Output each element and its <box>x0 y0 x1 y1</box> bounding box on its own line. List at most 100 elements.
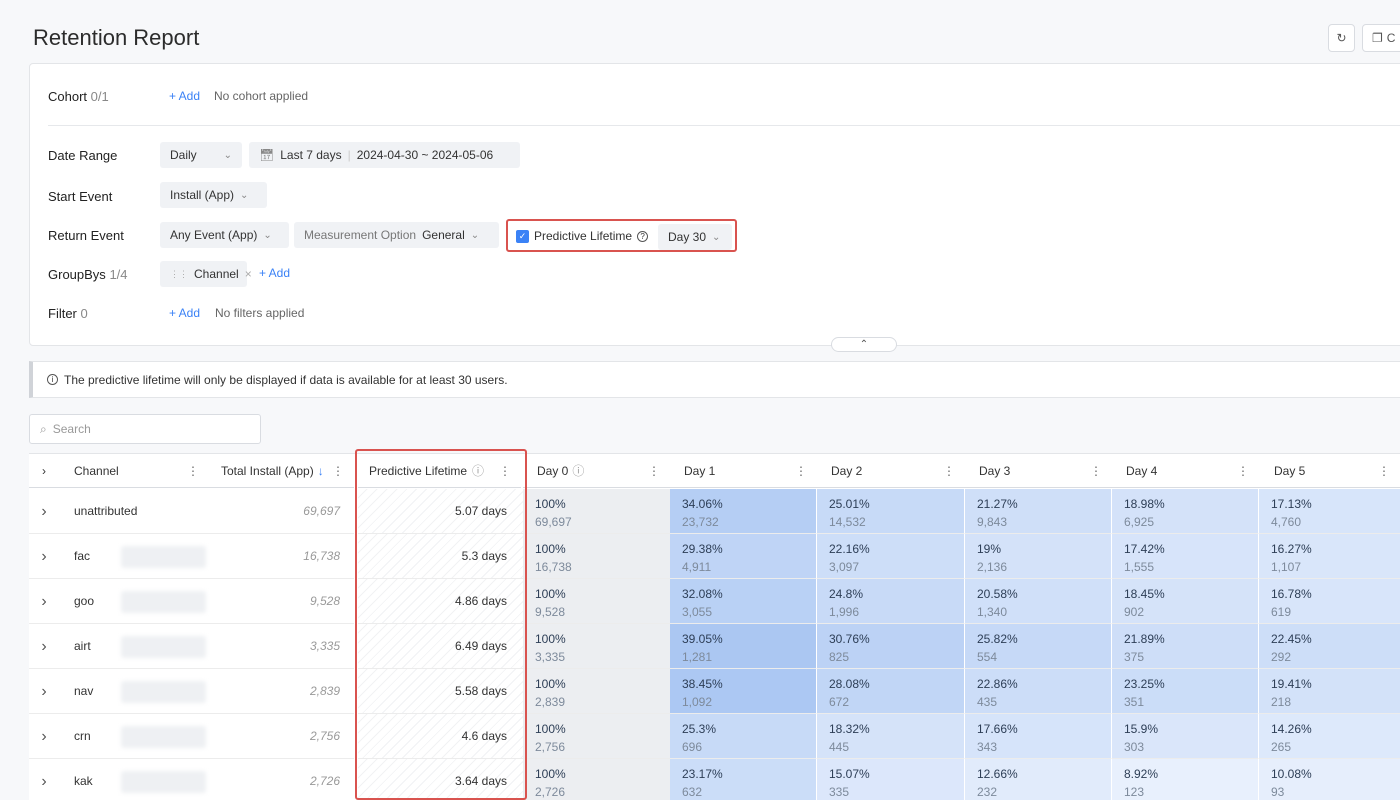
row-expand-icon[interactable]: › <box>29 714 59 759</box>
channel-cell[interactable]: kak <box>59 759 209 800</box>
sort-desc-icon[interactable]: ↓ <box>318 464 324 478</box>
row-expand-icon[interactable]: › <box>29 759 59 800</box>
retention-cell-d1: 32.08% 3,055 <box>670 579 817 624</box>
retention-percent: 22.16% <box>829 542 870 556</box>
groupbys-add-link[interactable]: + Add <box>259 266 290 280</box>
retention-percent: 17.66% <box>977 722 1018 736</box>
cohort-label: Cohort 0/1 <box>48 89 109 104</box>
retention-count: 335 <box>829 785 850 799</box>
retention-percent: 23.25% <box>1124 677 1165 691</box>
column-menu-icon[interactable]: ⋮ <box>1378 464 1390 478</box>
chevron-down-icon: ⌄ <box>712 231 721 243</box>
channel-cell[interactable]: nav <box>59 669 209 714</box>
row-expand-icon[interactable]: › <box>29 624 59 669</box>
retention-percent: 39.05% <box>682 632 723 646</box>
retention-count: 6,925 <box>1124 515 1155 529</box>
column-menu-icon[interactable]: ⋮ <box>795 464 807 478</box>
day0-cell: 100% 69,697 <box>523 489 670 534</box>
column-menu-icon[interactable]: ⋮ <box>1090 464 1102 478</box>
retention-percent: 19.41% <box>1271 677 1312 691</box>
retention-percent: 17.13% <box>1271 497 1312 511</box>
header-day0[interactable]: Day 0 ⓘ ⋮ <box>523 454 670 488</box>
header-channel[interactable]: Channel ⋮ <box>59 454 209 488</box>
channel-name: goo <box>74 594 95 608</box>
header-day3[interactable]: Day 3 ⋮ <box>965 454 1112 488</box>
row-expand-icon[interactable]: › <box>29 534 59 579</box>
retention-count: 3,055 <box>682 605 713 619</box>
column-menu-icon[interactable]: ⋮ <box>648 464 660 478</box>
retention-count: 632 <box>682 785 703 799</box>
cohort-add-link[interactable]: + Add <box>169 89 200 103</box>
header-day5[interactable]: Day 5 ⋮ <box>1259 454 1400 488</box>
measurement-option-select[interactable]: Measurement Option General ⌄ <box>294 222 499 248</box>
groupbys-label: GroupBys 1/4 <box>48 267 128 282</box>
copy-button[interactable]: ❐ C <box>1362 24 1400 52</box>
filter-status: No filters applied <box>215 306 305 320</box>
retention-percent: 18.45% <box>1124 587 1165 601</box>
groupby-chip-channel[interactable]: ⋮⋮ Channel × <box>160 261 252 287</box>
column-menu-icon[interactable]: ⋮ <box>1237 464 1249 478</box>
channel-cell[interactable]: fac <box>59 534 209 579</box>
day0-count: 16,738 <box>535 560 572 574</box>
retention-cell-d2: 18.32% 445 <box>817 714 965 759</box>
redacted-channel-mask <box>121 681 206 703</box>
row-expand-icon[interactable]: › <box>29 669 59 714</box>
day0-cell: 100% 2,839 <box>523 669 670 714</box>
row-expand-icon[interactable]: › <box>29 579 59 624</box>
retention-count: 1,996 <box>829 605 860 619</box>
retention-percent: 8.92% <box>1124 767 1159 781</box>
column-menu-icon[interactable]: ⋮ <box>187 464 199 478</box>
granularity-select[interactable]: Daily ⌄ <box>160 142 242 168</box>
drag-handle-icon[interactable]: ⋮⋮ <box>170 269 188 280</box>
day0-count: 2,839 <box>535 695 566 709</box>
checkbox-checked-icon[interactable]: ✓ <box>516 229 529 243</box>
retention-cell-d2: 25.01% 14,532 <box>817 489 965 534</box>
refresh-button[interactable]: ↻ <box>1328 24 1355 52</box>
retention-count: 435 <box>977 695 998 709</box>
total-install-value: 2,756 <box>309 729 340 743</box>
date-range-label: Date Range <box>48 148 118 163</box>
day0-percent: 100% <box>535 587 566 601</box>
total-install-cell: 16,738 <box>209 534 354 579</box>
channel-cell[interactable]: airt <box>59 624 209 669</box>
retention-cell-d2: 30.76% 825 <box>817 624 965 669</box>
collapse-panel-button[interactable]: ⌃ <box>831 337 897 352</box>
panel-divider <box>48 125 1400 126</box>
channel-name: nav <box>74 684 94 698</box>
date-range-picker[interactable]: 📅︎ Last 7 days | 2024-04-30 ~ 2024-05-06 <box>249 142 520 168</box>
header-day4[interactable]: Day 4 ⋮ <box>1112 454 1259 488</box>
column-menu-icon[interactable]: ⋮ <box>332 464 344 478</box>
retention-count: 4,760 <box>1271 515 1302 529</box>
start-event-select[interactable]: Install (App) ⌄ <box>160 182 267 208</box>
day0-cell: 100% 9,528 <box>523 579 670 624</box>
retention-count: 554 <box>977 650 998 664</box>
search-input[interactable]: ⌕ Search <box>29 414 261 444</box>
retention-percent: 10.08% <box>1271 767 1312 781</box>
expand-all-icon[interactable]: › <box>29 454 59 488</box>
predictive-day-select[interactable]: Day 30 ⌄ <box>658 224 732 250</box>
redacted-channel-mask <box>121 726 206 748</box>
close-icon[interactable]: × <box>245 267 252 281</box>
filter-label: Filter 0 <box>48 306 88 321</box>
channel-cell[interactable]: unattributed <box>59 489 209 534</box>
channel-cell[interactable]: goo <box>59 579 209 624</box>
retention-count: 619 <box>1271 605 1292 619</box>
retention-count: 3,097 <box>829 560 860 574</box>
retention-cell-d4: 23.25% 351 <box>1112 669 1259 714</box>
retention-cell-d3: 25.82% 554 <box>965 624 1112 669</box>
column-menu-icon[interactable]: ⋮ <box>943 464 955 478</box>
header-day2[interactable]: Day 2 ⋮ <box>817 454 965 488</box>
predictive-lifetime-toggle[interactable]: ✓ Predictive Lifetime ? <box>510 223 660 249</box>
retention-count: 123 <box>1124 785 1145 799</box>
header-day1[interactable]: Day 1 ⋮ <box>670 454 817 488</box>
channel-cell[interactable]: crn <box>59 714 209 759</box>
day0-cell: 100% 2,756 <box>523 714 670 759</box>
retention-count: 303 <box>1124 740 1145 754</box>
retention-cell-d4: 21.89% 375 <box>1112 624 1259 669</box>
header-total-install[interactable]: Total Install (App) ↓ ⋮ <box>209 454 354 488</box>
filter-add-link[interactable]: + Add <box>169 306 200 320</box>
row-expand-icon[interactable]: › <box>29 489 59 534</box>
return-event-select[interactable]: Any Event (App) ⌄ <box>160 222 289 248</box>
retention-percent: 22.45% <box>1271 632 1312 646</box>
retention-count: 232 <box>977 785 998 799</box>
